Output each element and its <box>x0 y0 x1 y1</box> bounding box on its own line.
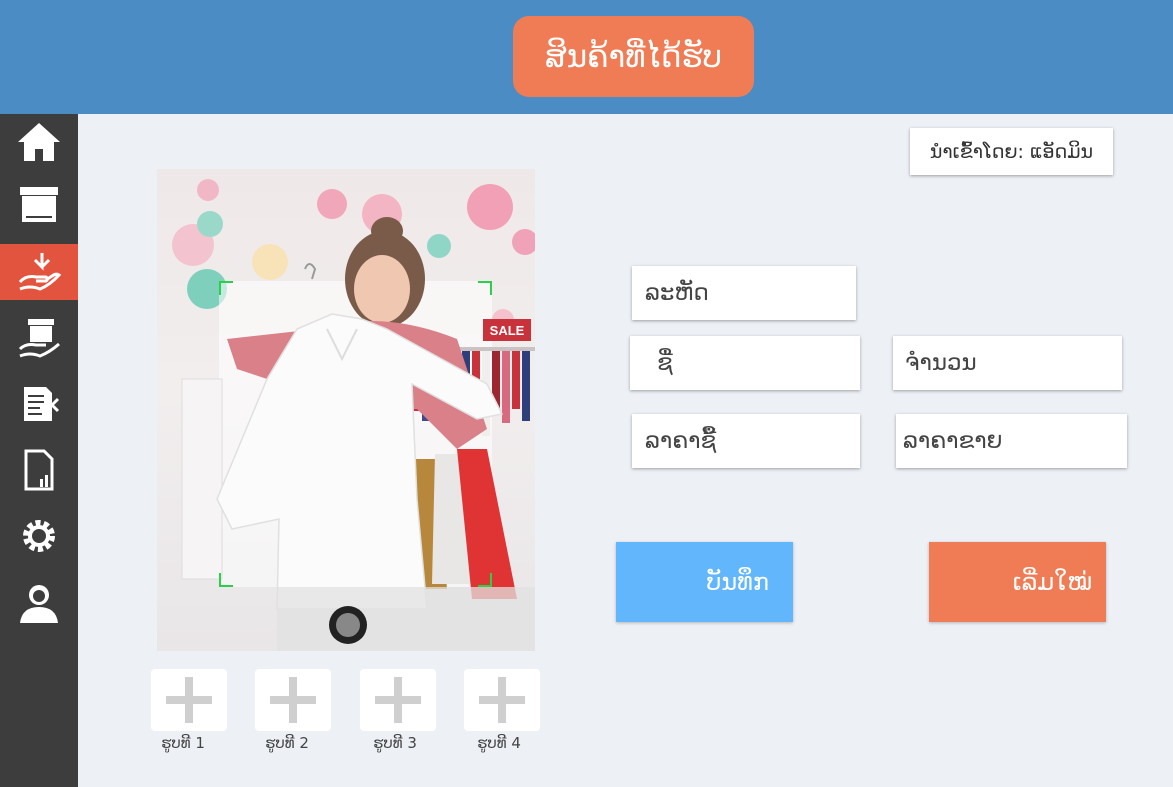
home-icon <box>18 123 60 161</box>
sidebar-item-receive-goods[interactable] <box>0 244 78 300</box>
product-code-field[interactable]: ລະຫັດ <box>632 266 856 320</box>
plus-icon <box>479 677 525 723</box>
deliver-box-icon <box>18 319 60 358</box>
sidebar-item-invoice[interactable] <box>0 376 78 432</box>
user-icon <box>20 585 58 623</box>
photo-2-label: ຮູບທີ 2 <box>265 734 309 752</box>
shutter-inner <box>336 613 360 637</box>
sidebar-item-report[interactable] <box>0 442 78 498</box>
sale-sign: SALE <box>483 319 531 341</box>
receive-goods-icon <box>18 253 62 291</box>
sidebar-item-profile[interactable] <box>0 574 78 630</box>
reset-button[interactable]: ເລີ່ມໃໝ່ <box>929 542 1106 622</box>
sidebar-item-products[interactable] <box>0 176 78 232</box>
sidebar-item-deliver[interactable] <box>0 310 78 366</box>
scan-corner <box>478 573 492 587</box>
photo-3-label: ຮູບທີ 3 <box>373 734 417 752</box>
product-name-field[interactable]: ຊື່ <box>630 336 860 390</box>
imported-by-label: ນຳເຂົ້າໂດຍ: ແອັດມິນ <box>910 128 1113 175</box>
buy-price-placeholder: ລາຄາຊື້ <box>645 428 717 454</box>
product-photo-camera[interactable]: SALE <box>157 169 535 651</box>
scan-corner <box>219 281 233 295</box>
quantity-placeholder: ຈຳນວນ <box>905 350 977 376</box>
svg-text:SALE: SALE <box>490 323 525 338</box>
camera-control-bar <box>277 587 535 651</box>
sidebar-item-home[interactable] <box>0 114 78 170</box>
photo-4-label: ຮູບທີ 4 <box>477 734 521 752</box>
sell-price-field[interactable]: ລາຄາຂາຍ <box>896 414 1127 468</box>
plus-icon <box>375 677 421 723</box>
plus-icon <box>166 677 212 723</box>
product-name-placeholder: ຊື່ <box>657 350 673 376</box>
plus-icon <box>270 677 316 723</box>
photo-1-label: ຮູບທີ 1 <box>161 734 205 752</box>
scan-corner <box>478 281 492 295</box>
shutter-button[interactable] <box>329 606 367 644</box>
sidebar-item-settings[interactable] <box>0 508 78 564</box>
add-photo-2-button[interactable] <box>255 669 331 731</box>
header-bar: ສິນຄ້າທີ່ໄດ້ຮັບ <box>0 0 1173 114</box>
buy-price-field[interactable]: ລາຄາຊື້ <box>632 414 860 468</box>
scan-corner <box>219 573 233 587</box>
invoice-icon <box>24 387 60 421</box>
add-photo-1-button[interactable] <box>151 669 227 731</box>
gear-icon <box>23 520 55 552</box>
save-button[interactable]: ບັນທຶກ <box>616 542 793 622</box>
add-photo-3-button[interactable] <box>360 669 436 731</box>
page-title: ສິນຄ້າທີ່ໄດ້ຮັບ <box>513 16 754 97</box>
quantity-field[interactable]: ຈຳນວນ <box>893 336 1122 390</box>
report-icon <box>24 449 54 491</box>
add-photo-4-button[interactable] <box>464 669 540 731</box>
sidebar <box>0 114 78 787</box>
sell-price-placeholder: ລາຄາຂາຍ <box>903 428 1003 454</box>
box-icon <box>20 187 58 222</box>
product-code-placeholder: ລະຫັດ <box>645 280 709 306</box>
